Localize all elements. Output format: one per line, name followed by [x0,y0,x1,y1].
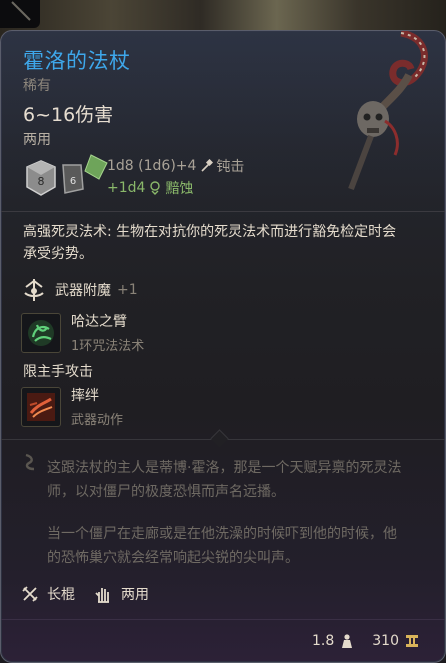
gold-coin-icon [406,635,418,647]
enchantment-value: +1 [117,282,138,298]
lore-paragraph: 这跟法杖的主人是蒂博·霍洛，那是一个天赋异禀的死灵法师，以对僵尸的极度恐惧而声名… [47,460,402,500]
damage-dice-icon: 8 6 [26,154,108,196]
action-subtitle: 1环咒法法术 [71,339,145,354]
lore-paragraph: 当一个僵尸在走廊或是在他洗澡的时候吓到他的时候，他的恐怖巢穴就会经常响起尖锐的尖… [47,526,397,566]
lore-text: 这跟法杖的主人是蒂博·霍洛，那是一个天赋异禀的死灵法师，以对僵尸的极度恐惧而声名… [47,456,407,588]
quarterstaff-icon [22,586,38,602]
divider-notch [210,429,229,448]
special-property-description: 高强死灵法术: 生物在对抗你的死灵法术而进行豁免检定时会承受劣势。 [23,224,397,262]
value-display: 310 [372,633,419,649]
action-subtitle: 武器动作 [71,413,124,428]
hotbar-slot-icon [11,1,31,21]
bonus-damage-type: 黯蚀 [165,181,194,197]
topple-icon [21,386,61,427]
bludgeoning-icon [201,159,214,172]
action-topple[interactable]: 摔绊 武器动作 [21,385,123,428]
enchantment-icon [24,279,44,301]
action-name: 摔绊 [71,388,99,404]
main-hand-only-label: 限主手攻击 [23,364,93,380]
gold-value: 310 [372,633,399,649]
item-footer: 1.8 310 [294,633,419,649]
divider [1,211,445,212]
weight-value: 1.8 [312,633,335,649]
weapon-enchantment: 武器附魔 +1 [21,277,138,303]
weapon-properties: 长棍 两用 [21,584,167,604]
main-damage-type: 钝击 [216,159,245,175]
property-label: 两用 [121,587,149,603]
action-hadar-arms[interactable]: 哈达之臂 1环咒法法术 [21,311,144,354]
handedness: 两用 [23,132,51,148]
scene-corner [0,0,40,28]
divider [1,619,445,620]
weight-icon [342,634,353,648]
bonus-damage-line: +1d4 黯蚀 [107,178,193,198]
d8-face: 8 [38,175,45,188]
arms-of-hadar-icon [21,312,61,353]
item-rarity: 稀有 [23,78,51,94]
necrotic-icon [150,181,161,195]
main-damage-value: 1d8 (1d6)+4 [107,158,197,174]
property-label: 长棍 [47,587,75,603]
property-versatile: 两用 [93,584,149,604]
weight-display: 1.8 [312,633,354,649]
enchantment-label: 武器附魔 [55,283,111,299]
item-name: 霍洛的法杖 [23,49,131,73]
d6-face: 6 [70,176,76,187]
versatile-hand-icon [95,588,109,603]
bonus-damage-value: +1d4 [107,180,146,196]
main-damage-line: 1d8 (1d6)+4 钝击 [107,156,244,176]
staff-item-icon [348,31,428,191]
lore-quote-icon [25,453,35,471]
damage-range: 6~16伤害 [23,104,114,126]
property-quarterstaff: 长棍 [21,584,75,604]
item-tooltip: 霍洛的法杖 稀有 6~16伤害 两用 8 6 1d8 (1d6)+4 钝击 +1… [0,30,446,663]
action-name: 哈达之臂 [71,314,127,330]
